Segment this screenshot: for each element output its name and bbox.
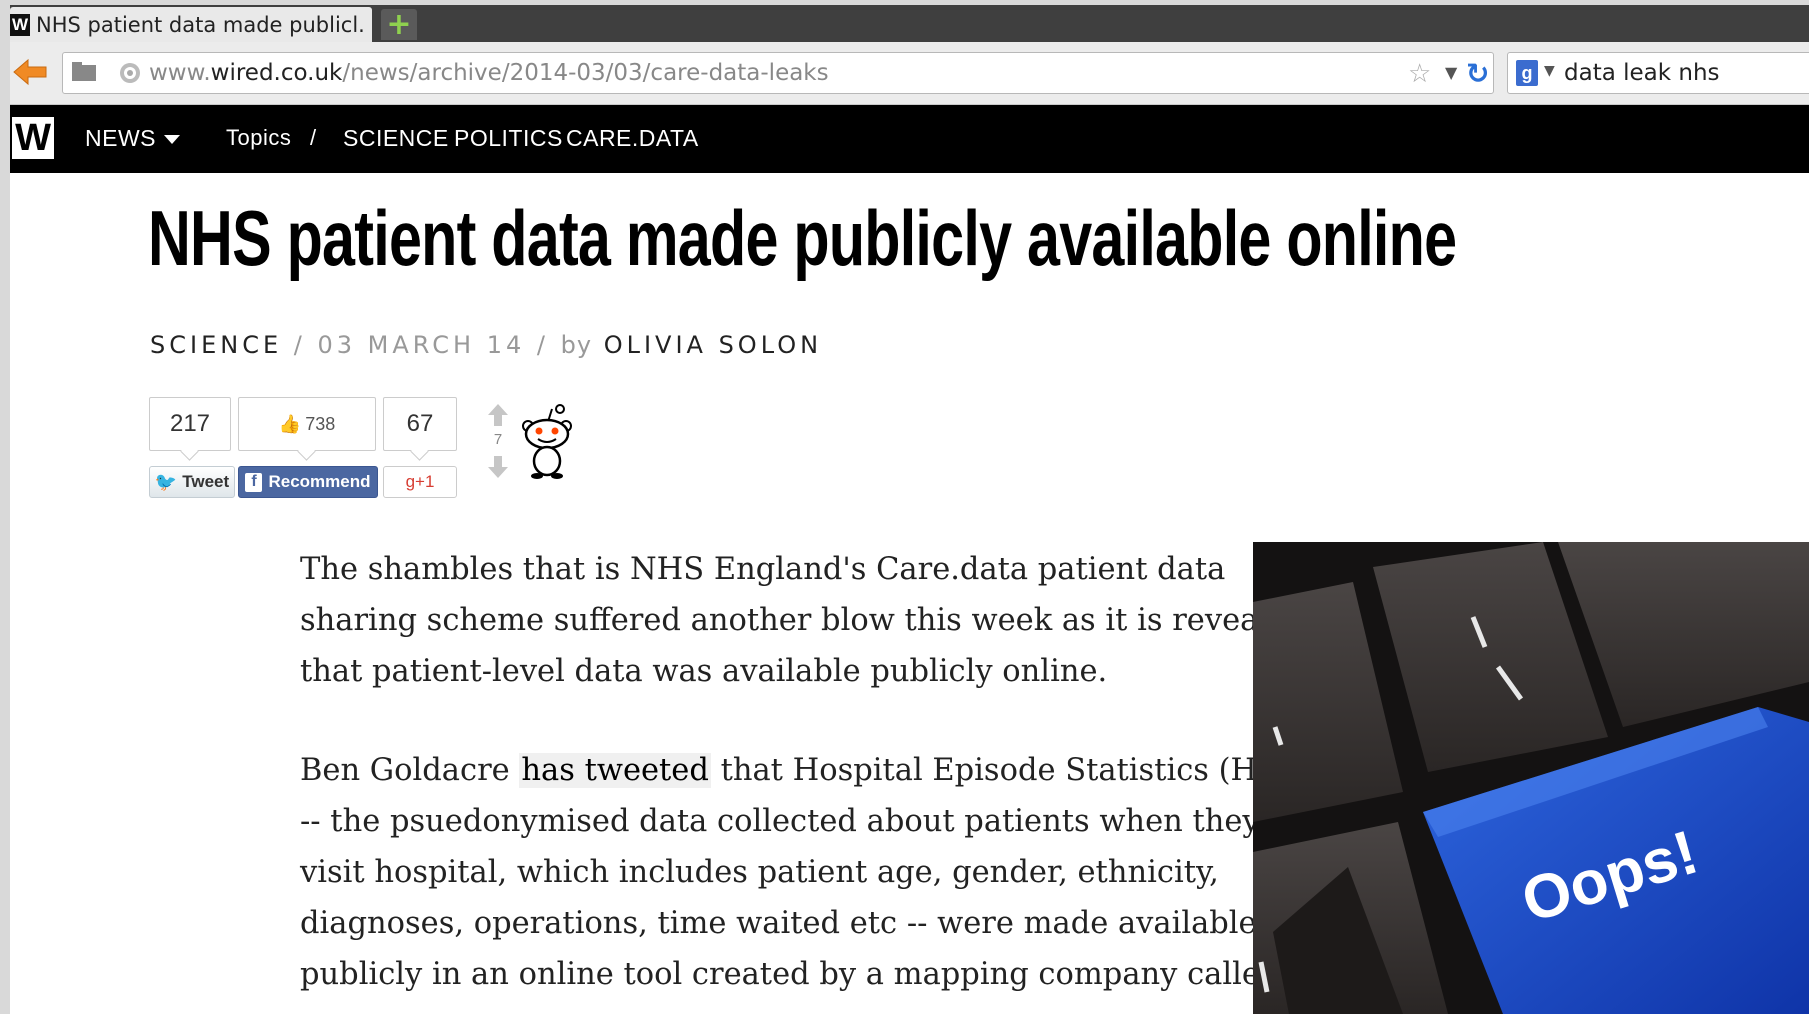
nav-topics-label: Topics [226, 125, 292, 150]
back-arrow-icon[interactable] [10, 55, 50, 89]
byline-separator: / [293, 331, 306, 359]
reload-icon[interactable]: ↻ [1466, 57, 1489, 90]
paragraph-line: visit hospital, which includes patient a… [300, 855, 1219, 890]
byline-section[interactable]: SCIENCE [150, 331, 282, 359]
url-text[interactable]: www.wired.co.uk/news/archive/2014-03/03/… [149, 60, 829, 86]
nav-care-data[interactable]: CARE.DATA [566, 125, 699, 152]
like-count: 738 [305, 413, 336, 434]
reddit-score: 7 [493, 431, 503, 448]
globe-icon[interactable] [118, 61, 142, 85]
new-tab-button[interactable]: + [381, 7, 417, 42]
article-paragraph-1: The shambles that is NHS England's Care.… [300, 544, 1306, 697]
tab-strip: W NHS patient data made publicl... + [10, 5, 1809, 42]
wired-logo[interactable]: W [12, 117, 54, 159]
folder-icon[interactable] [71, 61, 97, 83]
keyboard-oops-illustration: Oops! [1253, 542, 1809, 1014]
facebook-icon: f [245, 472, 263, 492]
recommend-button[interactable]: f Recommend [238, 466, 378, 498]
gplus-button[interactable]: g+1 [383, 466, 457, 498]
bookmark-star-icon[interactable]: ☆ [1408, 59, 1431, 89]
recommend-label: Recommend [268, 472, 371, 491]
twitter-bird-icon: 🐦 [154, 471, 178, 492]
downvote-arrow-icon[interactable] [487, 455, 509, 479]
paragraph-line: publicly in an online tool created by a … [300, 957, 1280, 992]
upvote-arrow-icon[interactable] [487, 403, 509, 427]
plus-icon: + [386, 7, 412, 42]
tweet-label: Tweet [182, 472, 230, 491]
url-bar[interactable]: www.wired.co.uk/news/archive/2014-03/03/… [62, 52, 1494, 94]
like-count-wrap: 👍 738 [279, 414, 335, 435]
byline-author[interactable]: OLIVIA SOLON [604, 331, 822, 359]
navigation-toolbar: www.wired.co.uk/news/archive/2014-03/03/… [10, 42, 1809, 105]
gplus-label: g+1 [405, 472, 435, 491]
tab-title: NHS patient data made publicl... [36, 12, 366, 37]
wired-favicon-icon: W [10, 13, 30, 36]
reddit-vote-widget: 7 [484, 403, 512, 481]
thumbs-up-icon: 👍 [278, 413, 302, 434]
browser-tab[interactable]: W NHS patient data made publicl... [10, 7, 372, 42]
search-bar[interactable]: g ▼ data leak nhs [1507, 52, 1809, 94]
site-navigation: W NEWS Topics / SCIENCE POLITICS CARE.DA… [10, 105, 1809, 173]
nav-topics[interactable]: Topics / [226, 125, 317, 151]
gplus-count-bubble: 67 [383, 397, 457, 451]
nav-topics-separator: / [309, 125, 317, 150]
browser-window: W NHS patient data made publicl... + www… [10, 5, 1809, 1014]
reddit-alien-icon[interactable] [519, 403, 575, 479]
article-hero-image: Oops! [1253, 542, 1809, 1014]
paragraph-text: Ben Goldacre [300, 753, 520, 788]
article-paragraph-2: Ben Goldacre has tweeted that Hospital E… [300, 745, 1312, 1000]
paragraph-line: -- the psuedonymised data collected abou… [300, 804, 1260, 839]
paragraph-line: diagnoses, operations, time waited etc -… [300, 906, 1257, 941]
url-domain: wired.co.uk [210, 60, 343, 86]
search-engine-icon[interactable]: g [1516, 60, 1538, 86]
tweet-count-bubble: 217 [149, 397, 231, 451]
tweet-count: 217 [169, 410, 211, 437]
gplus-count: 67 [406, 410, 434, 437]
url-prefix: www. [149, 60, 211, 86]
article-body: The shambles that is NHS England's Care.… [300, 544, 1312, 1014]
like-count-bubble: 👍 738 [238, 397, 376, 451]
article-byline: SCIENCE / 03 MARCH 14 / by OLIVIA SOLON [150, 331, 822, 359]
nav-science[interactable]: SCIENCE [343, 125, 449, 152]
nav-politics[interactable]: POLITICS [454, 125, 563, 152]
paragraph-line: sharing scheme suffered another blow thi… [300, 603, 1306, 638]
byline-by: by [560, 331, 593, 359]
search-input[interactable]: data leak nhs [1564, 60, 1720, 86]
history-dropdown-icon[interactable]: ▼ [1445, 63, 1457, 82]
byline-separator: / [536, 331, 549, 359]
dropdown-caret-icon [164, 135, 180, 145]
tweet-button[interactable]: 🐦 Tweet [149, 466, 235, 498]
url-path: /news/archive/2014-03/03/care-data-leaks [342, 60, 829, 86]
search-engine-dropdown-icon[interactable]: ▼ [1544, 63, 1555, 79]
byline-date: 03 MARCH 14 [317, 331, 526, 359]
nav-news-label: NEWS [85, 125, 156, 151]
paragraph-line: that patient-level data was available pu… [300, 654, 1108, 689]
has-tweeted-link[interactable]: has tweeted [519, 753, 711, 788]
paragraph-line: The shambles that is NHS England's Care.… [300, 552, 1226, 587]
nav-news[interactable]: NEWS [85, 125, 180, 152]
article-headline: NHS patient data made publicly available… [148, 194, 1457, 282]
paragraph-text: that Hospital Episode Statistics (HES) [710, 753, 1313, 788]
